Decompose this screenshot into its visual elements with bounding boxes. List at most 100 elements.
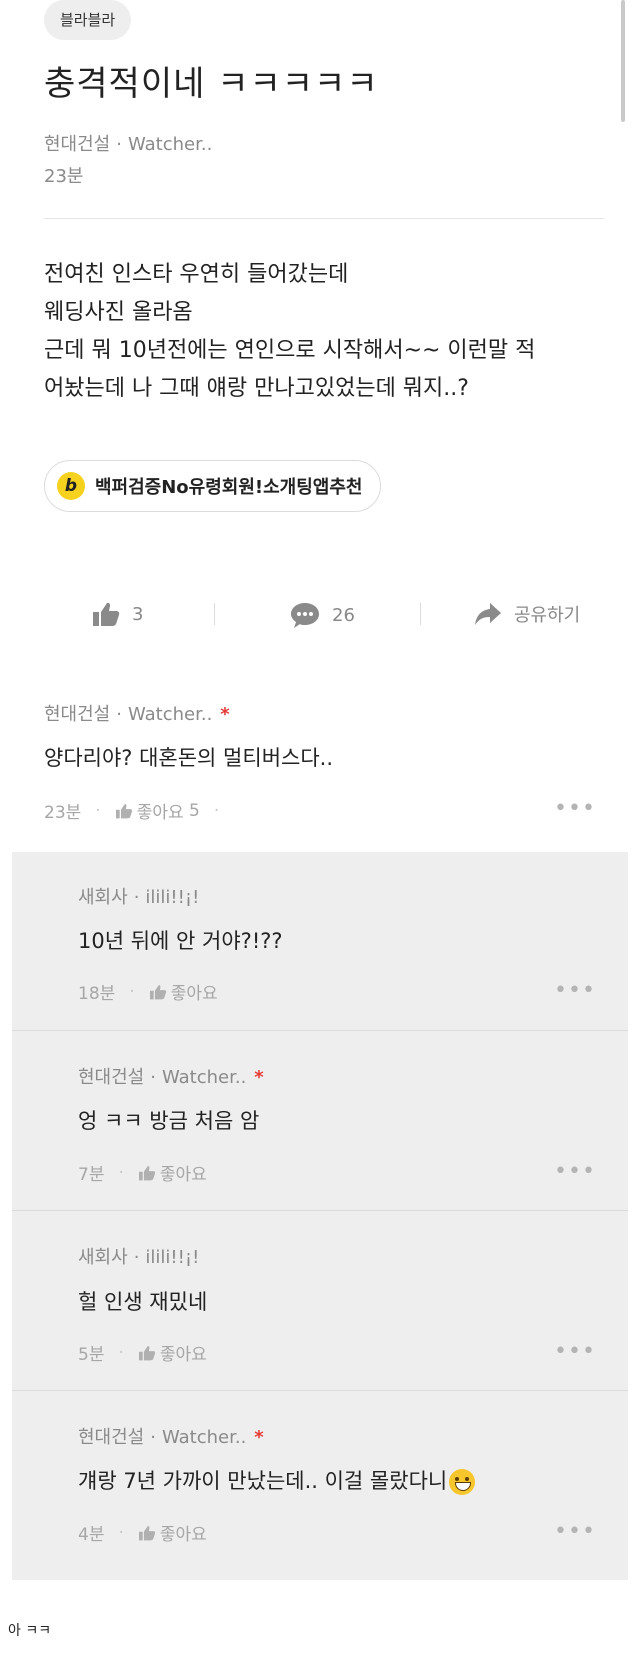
thumbs-up-icon xyxy=(93,602,120,626)
reply-footer: 7분 · 좋아요 xyxy=(78,1160,207,1186)
reply-text-content: 걔랑 7년 가까이 만났는데.. 이걸 몰랐다니 xyxy=(78,1469,448,1493)
reply-like-label: 좋아요 xyxy=(159,1525,207,1545)
post-time: 23분 xyxy=(44,166,84,187)
promo-label: 백퍼검증No유령회원!소개팅앱추천 xyxy=(95,477,363,498)
share-button[interactable]: 공유하기 xyxy=(474,601,580,627)
comment-author: 현대건설 · Watcher.. * xyxy=(44,700,230,726)
post-author-company: 현대건설 xyxy=(44,134,111,155)
post-body-line: 전여친 인스타 우연히 들어갔는데 xyxy=(44,262,349,287)
action-separator xyxy=(214,603,215,625)
comment-footer: 23분 · 좋아요 5 · xyxy=(44,798,233,824)
reply-text: 엉 ㅋㅋ 방금 처음 암 xyxy=(78,1109,260,1133)
reply-like-button[interactable]: 좋아요 xyxy=(138,1340,207,1365)
reply-author: 새회사 · ilili!!¡! xyxy=(78,883,199,909)
author-badge: * xyxy=(220,704,230,725)
comment-button[interactable]: 26 xyxy=(290,601,355,629)
share-label: 공유하기 xyxy=(514,605,581,626)
post-author: 현대건설 · Watcher.. xyxy=(44,130,212,156)
reply-divider xyxy=(12,1210,628,1211)
reply-time: 18분 xyxy=(78,984,116,1004)
reply-time: 4분 xyxy=(78,1525,105,1545)
thumbs-up-icon xyxy=(115,803,132,818)
post-body-line: 웨딩사진 올라옴 xyxy=(44,300,193,325)
like-button[interactable]: 3 xyxy=(92,601,143,627)
post-body: 전여친 인스타 우연히 들어갔는데 웨딩사진 올라옴 근데 뭐 10년전에는 연… xyxy=(44,256,614,408)
grinning-sweat-emoji-icon xyxy=(449,1469,476,1495)
comment-author-name: Watcher.. xyxy=(127,704,213,725)
thumbs-up-icon xyxy=(138,1525,156,1540)
footer-separator: · xyxy=(213,800,220,821)
comment-count: 26 xyxy=(332,604,355,626)
reply-like-label: 좋아요 xyxy=(159,1345,207,1365)
reply-author-name: Watcher.. xyxy=(161,1067,247,1088)
footer-separator: · xyxy=(118,1522,124,1543)
reply-like-button[interactable]: 좋아요 xyxy=(149,979,218,1004)
post-divider xyxy=(44,218,604,219)
author-badge: * xyxy=(254,1427,264,1448)
speech-bubble-icon xyxy=(291,603,319,628)
reply-footer: 4분 · 좋아요 xyxy=(78,1520,207,1546)
reply-like-button[interactable]: 좋아요 xyxy=(138,1520,207,1545)
post-body-line: 어놨는데 나 그때 얘랑 만나고있었는데 뭐지..? xyxy=(44,376,469,401)
more-dots-icon[interactable]: ••• xyxy=(554,980,596,1002)
reply-text: 걔랑 7년 가까이 만났는데.. 이걸 몰랐다니 xyxy=(78,1465,476,1495)
caption-text: 아 ㅋㅋ xyxy=(8,1623,52,1639)
reply-divider xyxy=(12,1030,628,1031)
reply-author-name: Watcher.. xyxy=(161,1427,247,1448)
post-title: 충격적이네 ㅋㅋㅋㅋㅋ xyxy=(44,64,379,104)
blind-logo-icon: b xyxy=(57,472,85,500)
promo-link[interactable]: b 백퍼검증No유령회원!소개팅앱추천 xyxy=(44,460,382,512)
reply-author: 현대건설 · Watcher.. * xyxy=(78,1423,264,1449)
meta-separator: · xyxy=(150,1067,156,1088)
reply-time: 7분 xyxy=(78,1165,105,1185)
comment-time: 23분 xyxy=(44,803,82,823)
share-arrow-icon xyxy=(475,603,501,625)
post-body-line: 근데 뭐 10년전에는 연인으로 시작해서~~ 이런말 적 xyxy=(44,338,536,363)
reply-author-company: 현대건설 xyxy=(78,1427,145,1448)
reply-footer: 5분 · 좋아요 xyxy=(78,1340,207,1366)
thumbs-up-icon xyxy=(138,1345,156,1360)
comment-like-count: 5 xyxy=(189,800,200,821)
reply-like-button[interactable]: 좋아요 xyxy=(138,1160,207,1185)
footer-separator: · xyxy=(118,1162,124,1183)
action-separator xyxy=(420,603,421,625)
reply-text: 10년 뒤에 안 거야?!?? xyxy=(78,929,283,953)
more-dots-icon[interactable]: ••• xyxy=(554,1161,596,1183)
post-actions: 3 26 공유하기 xyxy=(0,595,640,635)
reply-time: 5분 xyxy=(78,1345,105,1365)
comment-author-company: 현대건설 xyxy=(44,704,111,725)
reply-author: 새회사 · ilili!!¡! xyxy=(78,1243,199,1269)
like-count: 3 xyxy=(132,603,144,625)
more-dots-icon[interactable]: ••• xyxy=(554,1521,596,1543)
footer-separator: · xyxy=(129,981,135,1002)
reply-author-company: 새회사 xyxy=(78,887,128,908)
meta-separator: · xyxy=(133,887,140,908)
reply-author-company: 현대건설 xyxy=(78,1067,145,1088)
post-author-name: Watcher.. xyxy=(127,134,213,155)
reply-like-label: 좋아요 xyxy=(159,1165,207,1185)
footer-separator: · xyxy=(95,800,101,821)
reply-like-label: 좋아요 xyxy=(170,984,218,1004)
topic-tag[interactable]: 블라블라 xyxy=(44,0,132,40)
comment-like-button[interactable]: 좋아요 5 xyxy=(115,798,200,823)
scrollbar[interactable] xyxy=(621,0,625,122)
reply-divider xyxy=(12,1390,628,1391)
thumbs-up-icon xyxy=(138,1165,156,1180)
author-badge: * xyxy=(254,1067,264,1088)
reply-text: 헐 인생 재밌네 xyxy=(78,1290,208,1314)
comment-text: 양다리야? 대혼돈의 멀티버스다.. xyxy=(44,746,334,770)
reply-author-name: ilili!!¡! xyxy=(145,887,200,908)
reply-footer: 18분 · 좋아요 xyxy=(78,979,218,1005)
meta-separator: · xyxy=(116,704,122,725)
reply-author: 현대건설 · Watcher.. * xyxy=(78,1063,264,1089)
footer-separator: · xyxy=(118,1342,124,1363)
comment-like-label: 좋아요 xyxy=(136,803,184,823)
meta-separator: · xyxy=(150,1427,156,1448)
reply-author-name: ilili!!¡! xyxy=(145,1247,200,1268)
more-dots-icon[interactable]: ••• xyxy=(554,798,596,820)
more-dots-icon[interactable]: ••• xyxy=(554,1341,596,1363)
meta-separator: · xyxy=(133,1247,140,1268)
thumbs-up-icon xyxy=(149,984,166,999)
meta-separator: · xyxy=(116,134,122,155)
reply-author-company: 새회사 xyxy=(78,1247,128,1268)
